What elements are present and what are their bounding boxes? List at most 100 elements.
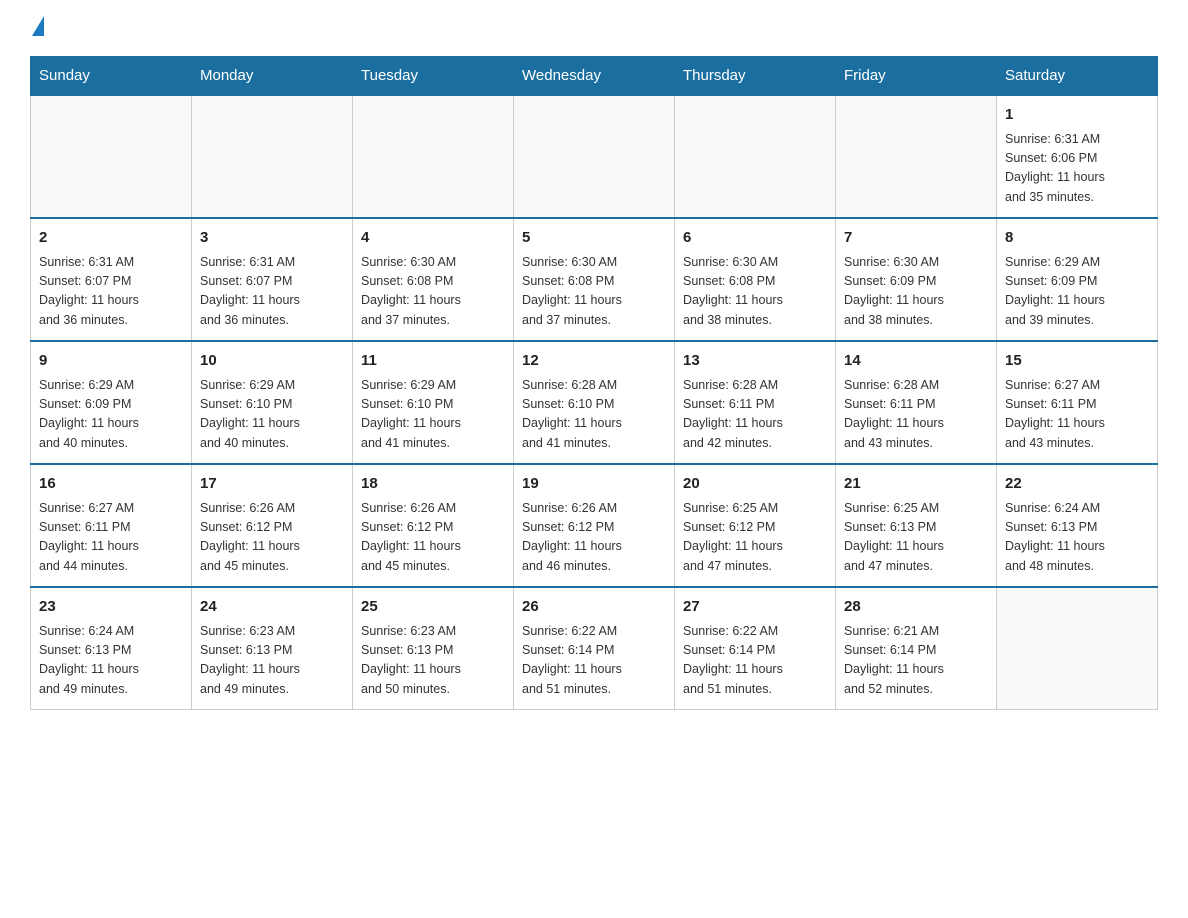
- day-info: Sunrise: 6:29 AM Sunset: 6:10 PM Dayligh…: [200, 376, 344, 454]
- week-row-1: 1Sunrise: 6:31 AM Sunset: 6:06 PM Daylig…: [31, 95, 1158, 218]
- day-number: 18: [361, 473, 505, 496]
- week-row-4: 16 Sunrise: 6:27 AM Sunset: 6:11 PM Dayli…: [31, 464, 1158, 587]
- calendar-cell: 16 Sunrise: 6:27 AM Sunset: 6:11 PM Dayli…: [31, 464, 192, 587]
- day-of-week-header-tuesday: Tuesday: [353, 57, 514, 96]
- day-info: Sunrise: 6:25 AM Sunset: 6:12 PM Dayligh…: [683, 499, 827, 577]
- day-number: 15: [1005, 350, 1149, 373]
- calendar-cell: [675, 95, 836, 218]
- calendar-table: SundayMondayTuesdayWednesdayThursdayFrid…: [30, 56, 1158, 710]
- day-number: 13: [683, 350, 827, 373]
- day-info: Sunrise: 6:26 AM Sunset: 6:12 PM Dayligh…: [200, 499, 344, 577]
- day-number: 4: [361, 227, 505, 250]
- week-row-3: 9 Sunrise: 6:29 AM Sunset: 6:09 PM Daylig…: [31, 341, 1158, 464]
- calendar-header: SundayMondayTuesdayWednesdayThursdayFrid…: [31, 57, 1158, 96]
- day-info: Sunrise: 6:31 AM Sunset: 6:07 PM Dayligh…: [39, 253, 183, 331]
- day-of-week-header-friday: Friday: [836, 57, 997, 96]
- day-number: 16: [39, 473, 183, 496]
- day-info: Sunrise: 6:30 AM Sunset: 6:09 PM Dayligh…: [844, 253, 988, 331]
- calendar-cell: 12 Sunrise: 6:28 AM Sunset: 6:10 PM Dayli…: [514, 341, 675, 464]
- page-header: [30, 20, 1158, 36]
- calendar-cell: 19 Sunrise: 6:26 AM Sunset: 6:12 PM Dayli…: [514, 464, 675, 587]
- day-number: 20: [683, 473, 827, 496]
- calendar-cell: 3 Sunrise: 6:31 AM Sunset: 6:07 PM Daylig…: [192, 218, 353, 341]
- calendar-cell: 10 Sunrise: 6:29 AM Sunset: 6:10 PM Dayli…: [192, 341, 353, 464]
- calendar-cell: 9 Sunrise: 6:29 AM Sunset: 6:09 PM Daylig…: [31, 341, 192, 464]
- calendar-cell: 27 Sunrise: 6:22 AM Sunset: 6:14 PM Dayli…: [675, 587, 836, 710]
- calendar-cell: 24 Sunrise: 6:23 AM Sunset: 6:13 PM Dayli…: [192, 587, 353, 710]
- day-info: Sunrise: 6:26 AM Sunset: 6:12 PM Dayligh…: [361, 499, 505, 577]
- calendar-cell: 21Sunrise: 6:25 AM Sunset: 6:13 PM Dayli…: [836, 464, 997, 587]
- day-info: Sunrise: 6:27 AM Sunset: 6:11 PM Dayligh…: [1005, 376, 1149, 454]
- day-number: 9: [39, 350, 183, 373]
- week-row-5: 23 Sunrise: 6:24 AM Sunset: 6:13 PM Dayli…: [31, 587, 1158, 710]
- calendar-body: 1Sunrise: 6:31 AM Sunset: 6:06 PM Daylig…: [31, 95, 1158, 710]
- day-number: 28: [844, 596, 988, 619]
- day-of-week-header-sunday: Sunday: [31, 57, 192, 96]
- calendar-cell: [353, 95, 514, 218]
- calendar-cell: [31, 95, 192, 218]
- day-info: Sunrise: 6:30 AM Sunset: 6:08 PM Dayligh…: [522, 253, 666, 331]
- day-number: 19: [522, 473, 666, 496]
- day-number: 23: [39, 596, 183, 619]
- day-number: 26: [522, 596, 666, 619]
- day-info: Sunrise: 6:29 AM Sunset: 6:10 PM Dayligh…: [361, 376, 505, 454]
- calendar-cell: 23 Sunrise: 6:24 AM Sunset: 6:13 PM Dayli…: [31, 587, 192, 710]
- calendar-cell: 13 Sunrise: 6:28 AM Sunset: 6:11 PM Dayli…: [675, 341, 836, 464]
- day-number: 12: [522, 350, 666, 373]
- day-info: Sunrise: 6:26 AM Sunset: 6:12 PM Dayligh…: [522, 499, 666, 577]
- calendar-cell: 6Sunrise: 6:30 AM Sunset: 6:08 PM Daylig…: [675, 218, 836, 341]
- calendar-cell: [192, 95, 353, 218]
- day-number: 5: [522, 227, 666, 250]
- day-number: 3: [200, 227, 344, 250]
- day-info: Sunrise: 6:28 AM Sunset: 6:11 PM Dayligh…: [844, 376, 988, 454]
- day-number: 1: [1005, 104, 1149, 127]
- calendar-cell: 11 Sunrise: 6:29 AM Sunset: 6:10 PM Dayli…: [353, 341, 514, 464]
- day-number: 25: [361, 596, 505, 619]
- calendar-cell: 17 Sunrise: 6:26 AM Sunset: 6:12 PM Dayli…: [192, 464, 353, 587]
- calendar-cell: 7 Sunrise: 6:30 AM Sunset: 6:09 PM Daylig…: [836, 218, 997, 341]
- calendar-cell: 14 Sunrise: 6:28 AM Sunset: 6:11 PM Dayli…: [836, 341, 997, 464]
- day-info: Sunrise: 6:28 AM Sunset: 6:10 PM Dayligh…: [522, 376, 666, 454]
- calendar-cell: 25 Sunrise: 6:23 AM Sunset: 6:13 PM Dayli…: [353, 587, 514, 710]
- day-number: 27: [683, 596, 827, 619]
- day-number: 14: [844, 350, 988, 373]
- day-number: 21: [844, 473, 988, 496]
- day-number: 22: [1005, 473, 1149, 496]
- calendar-cell: 5 Sunrise: 6:30 AM Sunset: 6:08 PM Daylig…: [514, 218, 675, 341]
- day-info: Sunrise: 6:22 AM Sunset: 6:14 PM Dayligh…: [522, 622, 666, 700]
- day-number: 8: [1005, 227, 1149, 250]
- calendar-cell: 1Sunrise: 6:31 AM Sunset: 6:06 PM Daylig…: [997, 95, 1158, 218]
- calendar-cell: 20 Sunrise: 6:25 AM Sunset: 6:12 PM Dayli…: [675, 464, 836, 587]
- calendar-cell: 8 Sunrise: 6:29 AM Sunset: 6:09 PM Daylig…: [997, 218, 1158, 341]
- day-number: 7: [844, 227, 988, 250]
- day-info: Sunrise: 6:29 AM Sunset: 6:09 PM Dayligh…: [39, 376, 183, 454]
- day-number: 10: [200, 350, 344, 373]
- calendar-cell: 2 Sunrise: 6:31 AM Sunset: 6:07 PM Daylig…: [31, 218, 192, 341]
- day-number: 2: [39, 227, 183, 250]
- day-info: Sunrise: 6:30 AM Sunset: 6:08 PM Dayligh…: [361, 253, 505, 331]
- day-info: Sunrise: 6:22 AM Sunset: 6:14 PM Dayligh…: [683, 622, 827, 700]
- day-of-week-header-thursday: Thursday: [675, 57, 836, 96]
- logo-triangle-icon: [32, 16, 44, 36]
- day-info: Sunrise: 6:21 AM Sunset: 6:14 PM Dayligh…: [844, 622, 988, 700]
- day-number: 17: [200, 473, 344, 496]
- day-info: Sunrise: 6:23 AM Sunset: 6:13 PM Dayligh…: [361, 622, 505, 700]
- day-info: Sunrise: 6:24 AM Sunset: 6:13 PM Dayligh…: [39, 622, 183, 700]
- logo: [30, 20, 44, 36]
- day-number: 24: [200, 596, 344, 619]
- day-info: Sunrise: 6:31 AM Sunset: 6:07 PM Dayligh…: [200, 253, 344, 331]
- calendar-cell: [997, 587, 1158, 710]
- day-of-week-header-saturday: Saturday: [997, 57, 1158, 96]
- calendar-cell: [836, 95, 997, 218]
- day-info: Sunrise: 6:24 AM Sunset: 6:13 PM Dayligh…: [1005, 499, 1149, 577]
- day-info: Sunrise: 6:27 AM Sunset: 6:11 PM Dayligh…: [39, 499, 183, 577]
- calendar-cell: 4 Sunrise: 6:30 AM Sunset: 6:08 PM Daylig…: [353, 218, 514, 341]
- day-info: Sunrise: 6:23 AM Sunset: 6:13 PM Dayligh…: [200, 622, 344, 700]
- calendar-cell: 18 Sunrise: 6:26 AM Sunset: 6:12 PM Dayli…: [353, 464, 514, 587]
- calendar-cell: 28 Sunrise: 6:21 AM Sunset: 6:14 PM Dayli…: [836, 587, 997, 710]
- calendar-cell: 26 Sunrise: 6:22 AM Sunset: 6:14 PM Dayli…: [514, 587, 675, 710]
- day-number: 11: [361, 350, 505, 373]
- day-info: Sunrise: 6:28 AM Sunset: 6:11 PM Dayligh…: [683, 376, 827, 454]
- day-info: Sunrise: 6:29 AM Sunset: 6:09 PM Dayligh…: [1005, 253, 1149, 331]
- calendar-cell: [514, 95, 675, 218]
